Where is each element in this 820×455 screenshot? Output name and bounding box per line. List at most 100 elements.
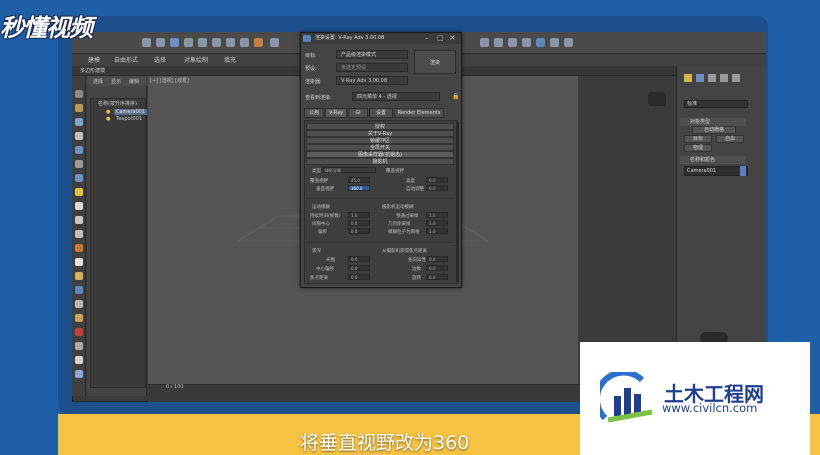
camera-name-field[interactable]: Camera001 [684,166,748,176]
select-icon[interactable] [142,38,151,47]
rollout-image-sampler[interactable]: 图像采样器(抗锯齿) [306,151,454,158]
object-type-rollout[interactable]: 对象类型 [680,118,746,126]
sun-icon[interactable] [75,272,83,280]
mb-prepass-field[interactable]: 1.0 [426,212,448,218]
autogrid-checkbox[interactable]: 自动栅格 [692,126,736,134]
close-icon[interactable]: × [449,33,456,42]
globe-icon[interactable] [75,370,83,378]
list-item[interactable]: Camera001 [114,109,148,115]
mb-blur-particles-field[interactable]: 1.0 [426,228,448,234]
marker-icon[interactable] [75,328,83,336]
lock-icon[interactable]: 🔒 [452,93,459,100]
motion-blur-checkbox[interactable]: 运动模糊 [312,204,330,210]
light-bulb-icon[interactable] [75,258,83,266]
mb-duration-field[interactable]: 1.0 [348,212,370,218]
layer-icon[interactable] [254,38,263,47]
explorer-tab-display[interactable]: 显示 [111,78,121,85]
rollout-global-switches[interactable]: 全局开关 [306,144,454,151]
tab-vray[interactable]: V-Ray [325,108,347,118]
teapot-icon[interactable] [75,356,83,364]
light-bulb-icon[interactable]: ● [106,109,110,115]
select-move-icon[interactable] [170,38,179,47]
tab-settings[interactable]: 设置 [369,108,393,118]
rollout-frame-buffer[interactable]: 帧缓冲区 [306,137,454,144]
dof-from-camera-checkbox[interactable]: 从摄影机获得焦点距离 [382,248,427,254]
tab-object-paint[interactable]: 对象绘制 [184,55,208,64]
dialog-scrollbar[interactable] [456,122,459,282]
motion-tab-icon[interactable] [720,74,728,82]
vertical-fov-field[interactable]: 360.0 [348,185,370,191]
snap-icon[interactable] [212,38,221,47]
dof-aperture-field[interactable]: 0.0 [348,256,370,262]
fov-field[interactable]: 45.0 [348,177,370,183]
rollout-about[interactable]: 关于V-Ray [306,130,454,137]
preset-select[interactable]: 未选定预设 [336,63,408,72]
cameras-icon[interactable] [75,146,83,154]
explorer-tab-select[interactable]: 选择 [93,78,103,85]
renderer-select[interactable]: V-Ray Adv 3.00.08 [336,76,408,85]
physical-camera-button[interactable]: 物理 [684,144,712,152]
rotate-icon[interactable] [184,38,193,47]
category-dropdown[interactable]: 标准 [684,100,748,108]
height-field[interactable]: 0.0 [426,177,448,183]
tab-common[interactable]: 公用 [304,108,324,118]
tab-populate[interactable]: 填充 [224,55,236,64]
geometry-icon[interactable] [75,104,83,112]
paint-icon[interactable] [75,342,83,350]
list-item[interactable]: Teapot001 [116,116,142,122]
hierarchy-tab-icon[interactable] [708,74,716,82]
free-camera-button[interactable]: 自由 [716,135,744,143]
align-icon[interactable] [240,38,249,47]
maximize-icon[interactable]: □ [437,34,444,42]
light-bulb-icon[interactable]: ● [106,116,110,122]
modify-tab-icon[interactable] [696,74,704,82]
brush-icon[interactable] [75,314,83,322]
object-icon[interactable] [75,216,83,224]
tab-freeform[interactable]: 自由形式 [114,55,138,64]
camera-mb-checkbox[interactable]: 摄影机运动模糊 [382,204,414,210]
color-swatch[interactable] [740,166,746,176]
dof-checkbox[interactable]: 景深 [312,248,321,254]
render-frame-icon[interactable] [494,38,503,47]
camera-tool-icon[interactable] [75,286,83,294]
shapes-icon[interactable] [75,118,83,126]
dof-rotation-field[interactable]: 0.0 [426,274,448,280]
scale-icon[interactable] [198,38,207,47]
material-editor-icon[interactable] [270,38,279,47]
tab-render-elements[interactable]: Render Elements [394,108,444,118]
lights-icon[interactable] [75,132,83,140]
name-color-rollout[interactable]: 名称和颜色 [680,156,746,164]
override-fov-checkbox[interactable]: 覆盖视野 [386,168,404,174]
utilities-tab-icon[interactable] [732,74,740,82]
sphere-icon[interactable] [75,202,83,210]
mb-center-field[interactable]: 0.0 [348,220,370,226]
create-tab-icon[interactable] [684,74,692,82]
mirror-icon[interactable] [226,38,235,47]
helpers-icon[interactable] [75,160,83,168]
folder-icon[interactable] [75,188,83,196]
spacewarps-icon[interactable] [75,174,83,182]
tab-poly-modeling[interactable]: 多边形建模 [80,67,105,74]
create-icon[interactable] [75,90,83,98]
dof-anisotropy-field[interactable]: 0.0 [426,256,448,262]
tab-modeling[interactable]: 建模 [88,55,100,64]
page-icon[interactable] [75,230,83,238]
vray-fb-icon[interactable] [550,38,559,47]
dist-field[interactable]: 0.0 [426,185,448,191]
explorer-tab-edit[interactable]: 编辑 [129,78,139,85]
tab-selection[interactable]: 选择 [154,55,166,64]
render-button[interactable]: 渲染 [414,50,456,74]
dof-sides-field[interactable]: 0.0 [426,265,448,271]
viewport-label[interactable]: [+] [透视] [线框] [150,77,189,84]
bone-icon[interactable] [75,300,83,308]
camera-type-select[interactable]: 球形全景 [322,167,376,173]
vray-lights-icon[interactable] [564,38,573,47]
render-icon[interactable] [508,38,517,47]
mb-bias-field[interactable]: 0.0 [348,228,370,234]
target-camera-button[interactable]: 目标 [684,135,712,143]
vray-icon[interactable] [536,38,545,47]
mb-geo-samples-field[interactable]: 1.0 [426,220,448,226]
rollout-camera[interactable]: 摄影机 [306,158,454,165]
teapot-render-icon[interactable] [522,38,531,47]
select-region-icon[interactable] [156,38,165,47]
